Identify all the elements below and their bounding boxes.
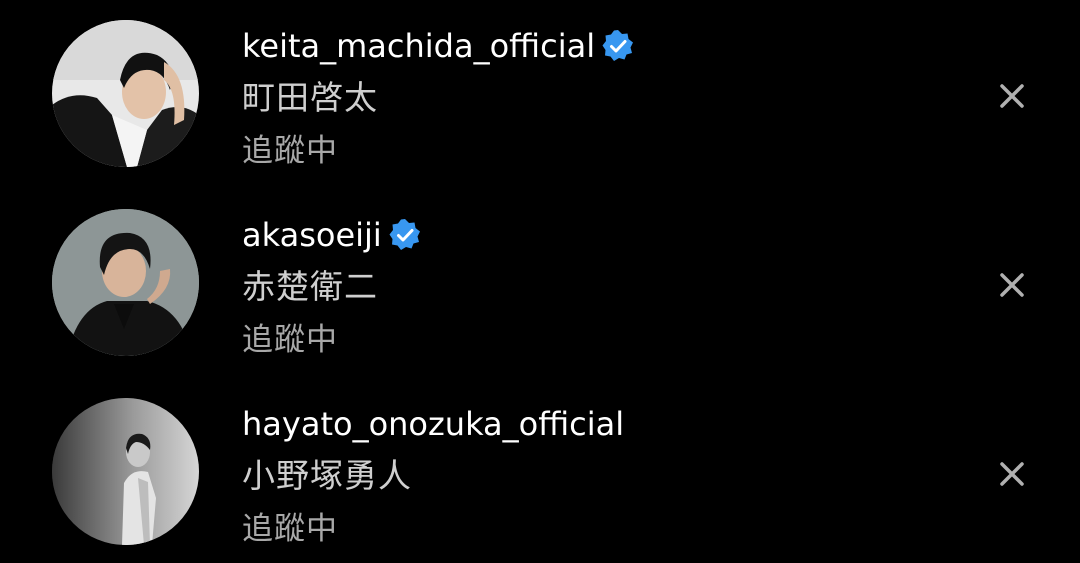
profile-photo (52, 398, 199, 545)
full-name: 小野塚勇人 (242, 456, 412, 495)
avatar[interactable] (52, 20, 199, 167)
verified-badge-icon (388, 218, 422, 252)
list-item[interactable]: hayato_onozuka_official 小野塚勇人 追蹤中 (0, 398, 1080, 548)
close-icon[interactable] (994, 456, 1030, 492)
username[interactable]: akasoeiji (242, 215, 382, 255)
username[interactable]: hayato_onozuka_official (242, 404, 624, 444)
full-name: 町田啓太 (242, 78, 378, 117)
follow-status: 追蹤中 (242, 133, 338, 169)
username-line: keita_machida_official (242, 24, 635, 68)
avatar[interactable] (52, 209, 199, 356)
username-line: akasoeiji (242, 213, 422, 257)
username-line: hayato_onozuka_official (242, 402, 624, 446)
account-text: hayato_onozuka_official 小野塚勇人 追蹤中 (242, 398, 942, 547)
list-item[interactable]: keita_machida_official 町田啓太 追蹤中 (0, 20, 1080, 170)
profile-photo (52, 20, 199, 167)
username[interactable]: keita_machida_official (242, 26, 595, 66)
following-list: keita_machida_official 町田啓太 追蹤中 akasoeij… (0, 0, 1080, 563)
list-item[interactable]: akasoeiji 赤楚衛二 追蹤中 (0, 209, 1080, 359)
verified-badge-icon (601, 29, 635, 63)
full-name: 赤楚衛二 (242, 267, 378, 306)
close-icon[interactable] (994, 78, 1030, 114)
follow-status: 追蹤中 (242, 322, 338, 358)
follow-status: 追蹤中 (242, 511, 338, 547)
account-text: akasoeiji 赤楚衛二 追蹤中 (242, 209, 942, 358)
avatar[interactable] (52, 398, 199, 545)
close-icon[interactable] (994, 267, 1030, 303)
profile-photo (52, 209, 199, 356)
account-text: keita_machida_official 町田啓太 追蹤中 (242, 20, 942, 169)
